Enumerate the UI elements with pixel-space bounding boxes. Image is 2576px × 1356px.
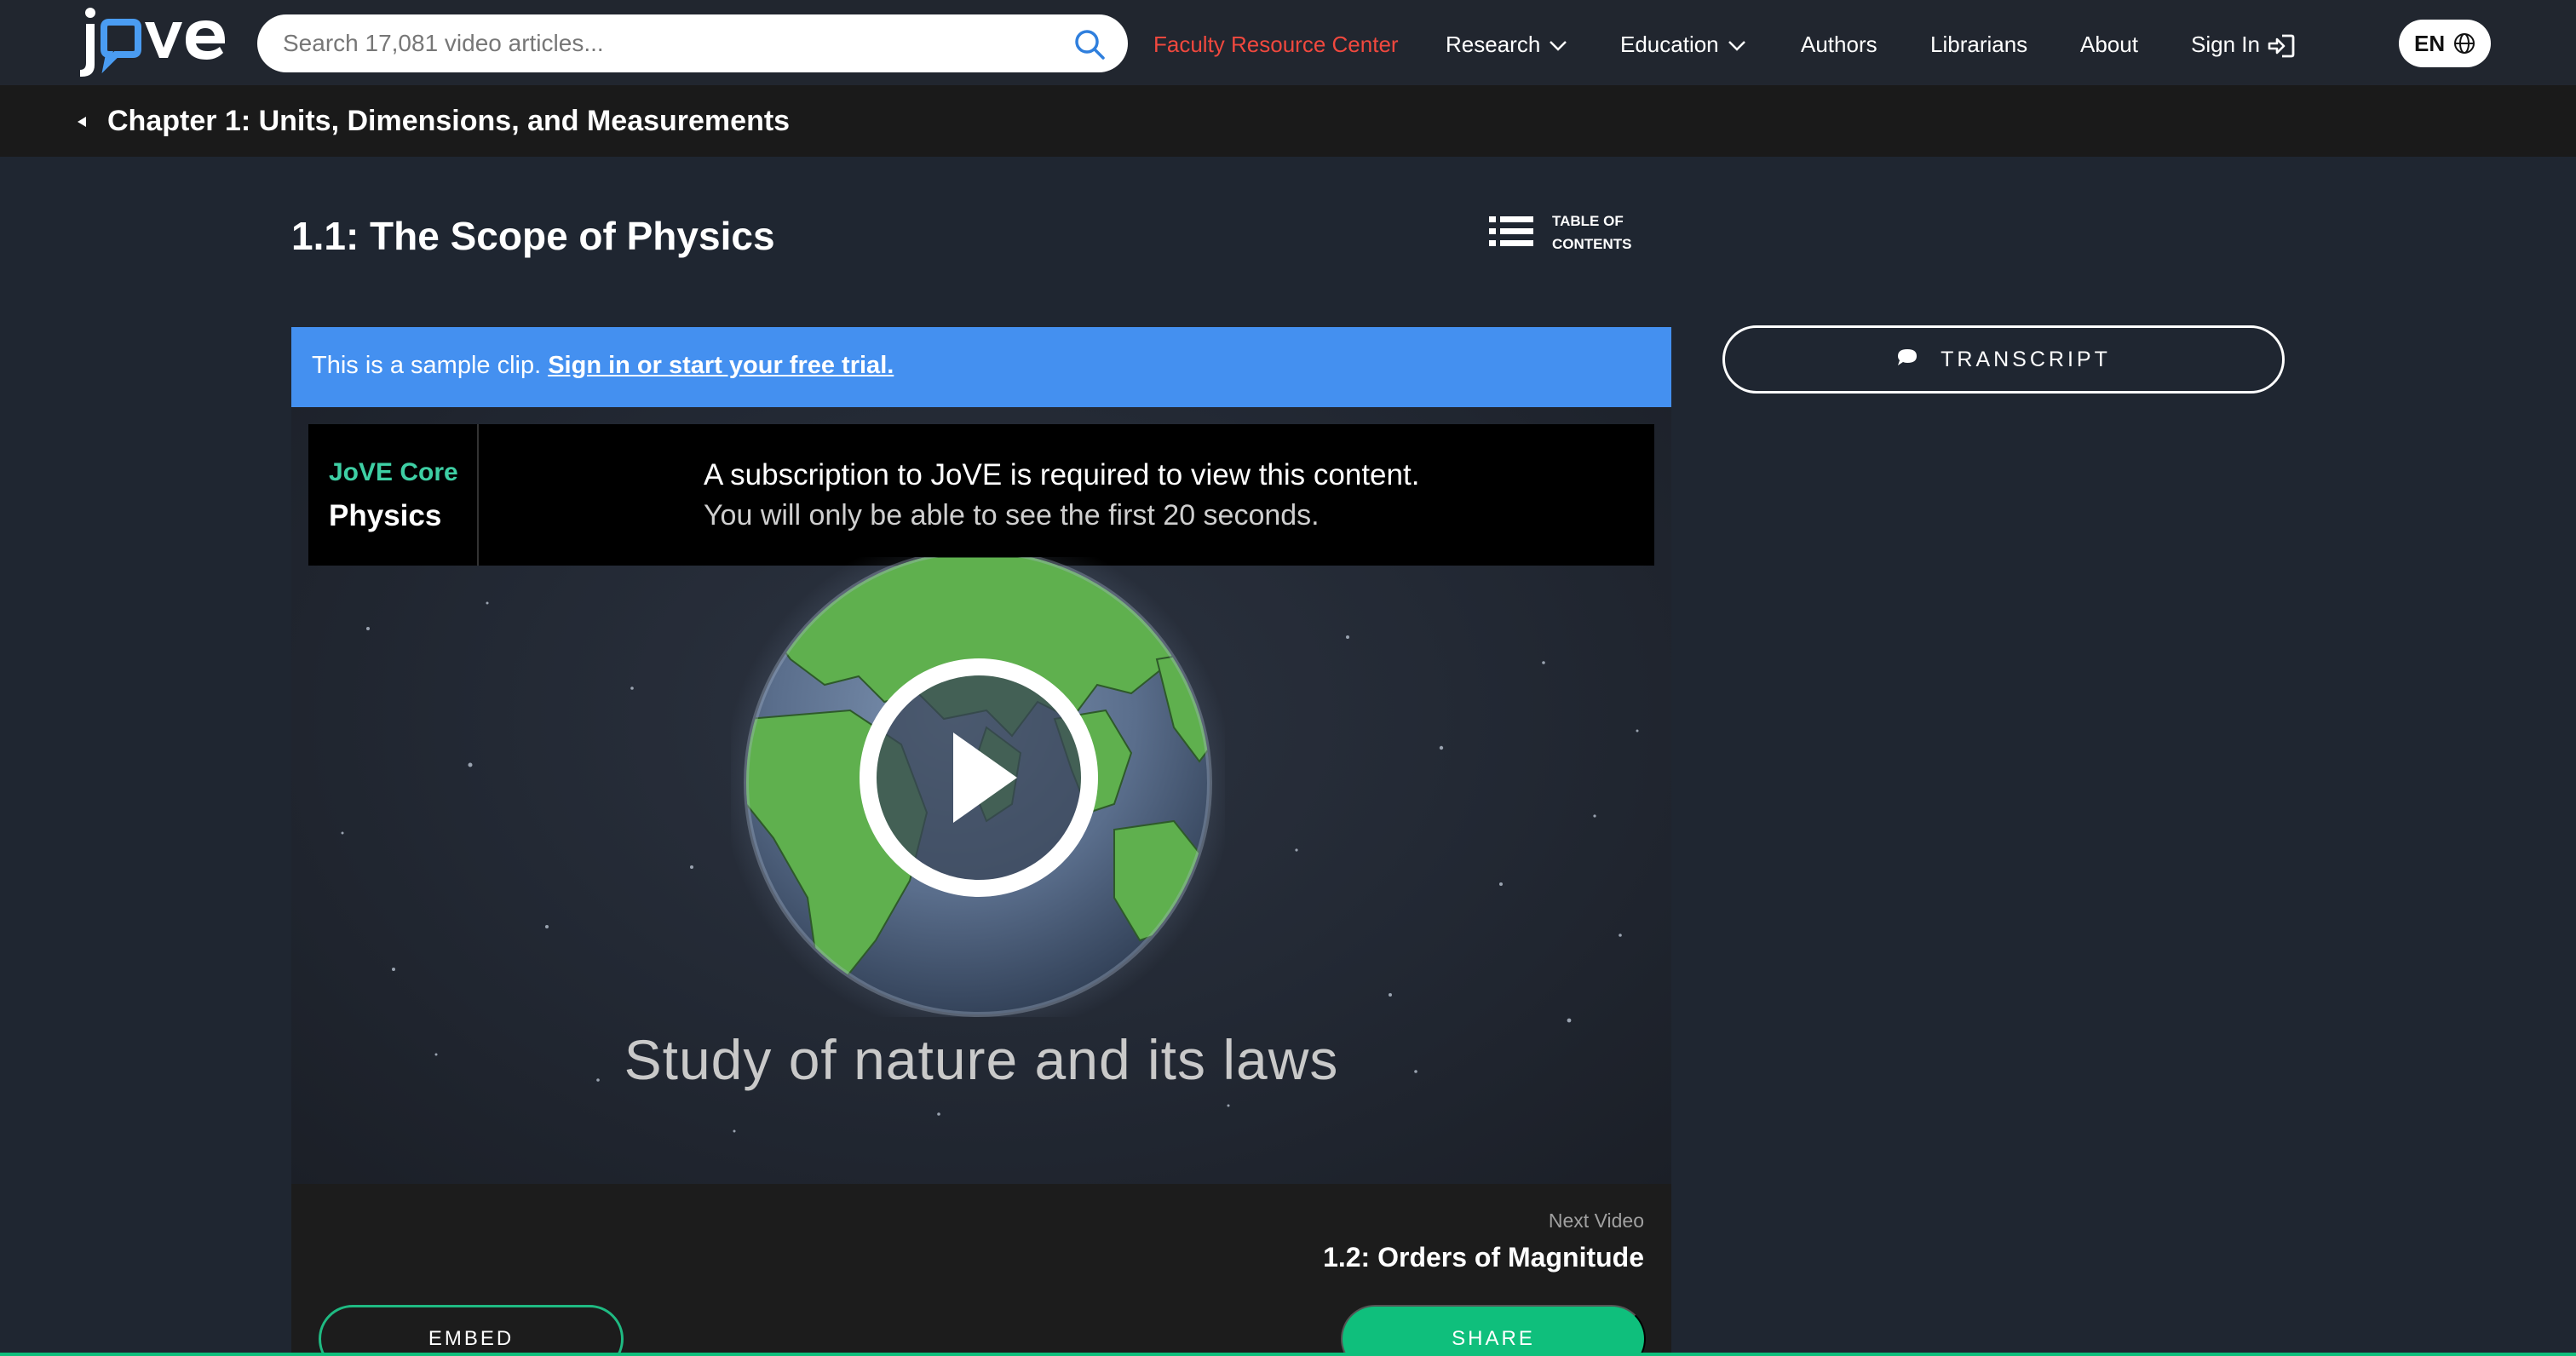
nav-research-label: Research [1446, 32, 1541, 57]
sign-in-icon [2268, 34, 2295, 58]
share-button[interactable]: SHARE [1341, 1305, 1646, 1356]
search-input[interactable] [283, 14, 1049, 72]
search-icon[interactable] [1073, 28, 1106, 60]
product-brand: JoVE Core Physics [308, 424, 479, 566]
chevron-down-icon [1728, 41, 1745, 51]
nav-sign-in[interactable]: Sign In [2191, 0, 2296, 85]
bottom-accent-line [0, 1353, 2576, 1356]
next-video-link[interactable]: 1.2: Orders of Magnitude [1323, 1242, 1644, 1273]
brand-core: JoVE Core [329, 458, 458, 486]
video-player[interactable]: JoVE Core Physics A subscription to JoVE… [291, 407, 1671, 1184]
subscription-notice: JoVE Core Physics A subscription to JoVE… [308, 424, 1654, 566]
video-footer: Next Video 1.2: Orders of Magnitude EMBE… [291, 1184, 1671, 1356]
nav-sign-in-label: Sign In [2191, 32, 2260, 57]
embed-button[interactable]: EMBED [319, 1305, 624, 1356]
language-label: EN [2414, 31, 2446, 56]
toc-line-2: CONTENTS [1552, 236, 1632, 252]
notice-subscription-required: A subscription to JoVE is required to vi… [704, 458, 1420, 491]
nav-education-label: Education [1620, 32, 1719, 57]
next-video-label: Next Video [1548, 1209, 1644, 1232]
list-icon [1489, 216, 1533, 246]
sample-clip-message: This is a sample clip. Sign in or start … [312, 327, 894, 404]
sample-clip-banner: This is a sample clip. Sign in or start … [291, 327, 1671, 407]
search-bar [257, 14, 1128, 72]
brand-subject: Physics [329, 499, 442, 532]
table-of-contents-button[interactable]: TABLE OF CONTENTS [1489, 208, 1642, 259]
caret-left-icon[interactable] [77, 116, 87, 128]
nav-authors[interactable]: Authors [1801, 0, 1877, 85]
toc-line-1: TABLE OF [1552, 213, 1624, 229]
nav-research[interactable]: Research [1446, 0, 1567, 85]
nav-education[interactable]: Education [1620, 0, 1746, 85]
transcript-label: TRANSCRIPT [1941, 348, 2111, 371]
chat-bubble-icon [1898, 349, 1918, 366]
table-of-contents-label: TABLE OF CONTENTS [1552, 210, 1646, 256]
nav-about[interactable]: About [2080, 0, 2138, 85]
chevron-down-icon [1550, 41, 1567, 51]
notice-preview-limit: You will only be able to see the first 2… [704, 499, 1320, 531]
transcript-button[interactable]: TRANSCRIPT [1722, 325, 2285, 394]
jove-logo[interactable] [78, 5, 225, 80]
page-title: 1.1: The Scope of Physics [291, 214, 775, 258]
chapter-bar: Chapter 1: Units, Dimensions, and Measur… [0, 85, 2576, 157]
play-button[interactable] [855, 654, 1102, 901]
language-selector[interactable]: EN [2399, 20, 2491, 67]
globe-icon [2454, 33, 2475, 54]
video-caption: Study of nature and its laws [624, 1028, 1339, 1091]
jove-logo-icon [80, 8, 225, 77]
chapter-title[interactable]: Chapter 1: Units, Dimensions, and Measur… [107, 85, 790, 157]
top-navigation: Faculty Resource Center Research Educati… [0, 0, 2576, 85]
sample-clip-text: This is a sample clip. [312, 352, 542, 379]
nav-librarians[interactable]: Librarians [1930, 0, 2027, 85]
sign-in-trial-link[interactable]: Sign in or start your free trial. [548, 352, 894, 379]
nav-faculty-resource-center[interactable]: Faculty Resource Center [1153, 0, 1399, 85]
